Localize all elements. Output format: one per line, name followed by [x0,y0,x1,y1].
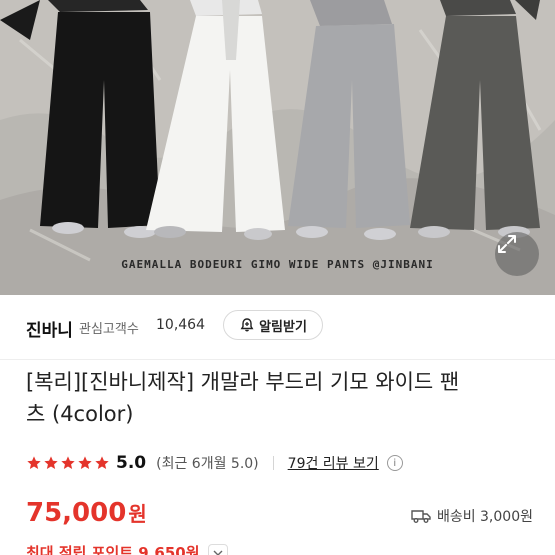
star-icon [78,456,92,469]
product-image[interactable]: GAEMALLA BODEURI GIMO WIDE PANTS @JINBAN… [0,0,555,295]
notification-subscribe-button[interactable]: 알림받기 [223,310,323,340]
star-icon [61,456,75,469]
notification-button-label: 알림받기 [259,319,307,335]
bell-plus-icon [240,318,254,332]
expand-image-button[interactable] [495,232,539,276]
recent-rating: (최근 6개월 5.0) [156,456,259,472]
price-unit: 원 [128,502,147,526]
expand-arrows-icon [498,235,516,253]
star-icon [44,456,58,469]
star-rating [26,455,110,471]
product-photo-illustration [0,0,555,295]
product-title-line-2: 츠 (4color) [26,402,134,426]
shipping-label: 배송비 3,000원 [436,509,533,525]
divider [272,456,274,470]
product-title-line-1: [복리][진바니제작] 개말라 부드리 기모 와이드 팬 [26,370,460,394]
max-points[interactable]: 최대 적립 포인트 9,650원 [26,542,228,555]
rating-row: 5.0 (최근 6개월 5.0) 79건 리뷰 보기 i [26,451,403,475]
view-reviews-link[interactable]: 79건 리뷰 보기 [288,453,379,473]
price-amount: 75,000 [26,498,127,528]
chevron-down-icon[interactable] [207,543,228,555]
seller-info-row: 진바니 관심고객수 10,464 알림받기 [0,296,555,360]
shipping-fee: 배송비 3,000원 [411,506,533,526]
info-icon[interactable]: i [386,455,403,471]
rating-score: 5.0 [116,453,147,473]
product-title: [복리][진바니제작] 개말라 부드리 기모 와이드 팬 츠 (4color) [26,366,526,430]
follower-count: 10,464 [156,317,205,333]
star-icon [95,456,109,469]
truck-icon [411,510,431,523]
follower-label: 관심고객수 [79,322,139,337]
star-icon [27,456,41,469]
image-caption: GAEMALLA BODEURI GIMO WIDE PANTS @JINBAN… [121,258,434,271]
points-label: 최대 적립 포인트 9,650원 [26,544,200,555]
seller-name[interactable]: 진바니 [26,316,73,341]
price: 75,000 원 [26,498,147,528]
